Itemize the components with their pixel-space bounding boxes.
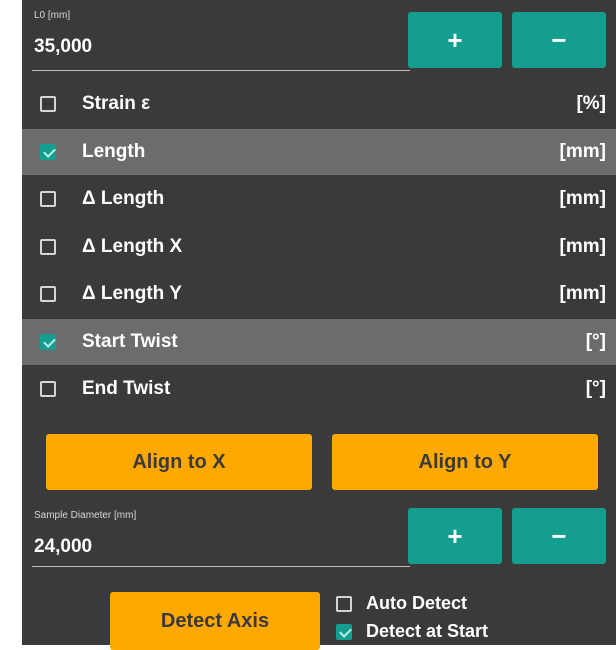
start-twist-checkbox[interactable]	[40, 334, 56, 350]
sample-diameter-value[interactable]: 24,000	[34, 536, 92, 558]
end-twist-unit: [°]	[585, 378, 606, 399]
detect-at-start-option[interactable]: Detect at Start	[336, 621, 488, 642]
strain-label: Strain ε	[82, 93, 151, 114]
lo-field[interactable]: L0 [mm] 35,000	[32, 10, 410, 74]
measurement-row-end-twist[interactable]: End Twist [°]	[22, 366, 616, 412]
length-unit: [mm]	[559, 141, 606, 162]
sample-diameter-caption: Sample Diameter [mm]	[34, 510, 137, 521]
measurement-row-strain[interactable]: Strain ε [%]	[22, 81, 616, 127]
auto-detect-checkbox[interactable]	[336, 595, 352, 612]
strain-unit: [%]	[576, 93, 606, 114]
delta-length-x-unit: [mm]	[559, 236, 606, 257]
strain-checkbox[interactable]	[40, 96, 56, 112]
delta-length-y-label: Δ Length Y	[82, 283, 182, 304]
lo-minus-button[interactable]: −	[512, 12, 606, 68]
end-twist-checkbox[interactable]	[40, 381, 56, 397]
auto-detect-option[interactable]: Auto Detect	[336, 593, 467, 614]
measurement-row-delta-length-y[interactable]: Δ Length Y [mm]	[22, 271, 616, 317]
detect-at-start-checkbox[interactable]	[336, 623, 352, 640]
sample-diameter-underline	[32, 566, 410, 567]
length-label: Length	[82, 141, 146, 162]
detect-at-start-label: Detect at Start	[366, 621, 489, 641]
delta-length-x-checkbox[interactable]	[40, 239, 56, 255]
lo-plus-button[interactable]: +	[408, 12, 502, 68]
measurement-panel: L0 [mm] 35,000 + − Strain ε [%] Length […	[22, 0, 616, 650]
lo-underline	[32, 70, 410, 71]
diameter-plus-button[interactable]: +	[408, 508, 502, 564]
length-checkbox[interactable]	[40, 144, 56, 160]
align-to-x-button[interactable]: Align to X	[46, 434, 312, 490]
sample-diameter-field[interactable]: Sample Diameter [mm] 24,000	[32, 510, 410, 570]
lo-caption: L0 [mm]	[34, 10, 71, 21]
delta-length-label: Δ Length	[82, 188, 165, 209]
start-twist-unit: [°]	[585, 331, 606, 352]
measurement-row-delta-length-x[interactable]: Δ Length X [mm]	[22, 224, 616, 270]
delta-length-checkbox[interactable]	[40, 191, 56, 207]
lo-value[interactable]: 35,000	[34, 36, 92, 58]
end-twist-label: End Twist	[82, 378, 171, 399]
delta-length-unit: [mm]	[559, 188, 606, 209]
measurement-row-length[interactable]: Length [mm]	[22, 129, 616, 175]
align-to-y-button[interactable]: Align to Y	[332, 434, 598, 490]
auto-detect-label: Auto Detect	[366, 593, 468, 613]
detect-axis-button[interactable]: Detect Axis	[110, 592, 320, 650]
delta-length-x-label: Δ Length X	[82, 236, 183, 257]
measurement-row-start-twist[interactable]: Start Twist [°]	[22, 319, 616, 365]
start-twist-label: Start Twist	[82, 331, 178, 352]
measurement-row-delta-length[interactable]: Δ Length [mm]	[22, 176, 616, 222]
delta-length-y-checkbox[interactable]	[40, 286, 56, 302]
diameter-minus-button[interactable]: −	[512, 508, 606, 564]
delta-length-y-unit: [mm]	[559, 283, 606, 304]
